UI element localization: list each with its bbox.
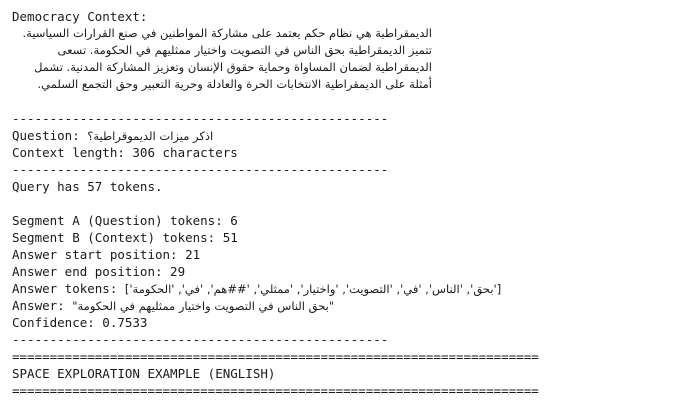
eq-rule: ========================================… <box>12 349 539 364</box>
context-line: أمثلة على الديمقراطية الانتخابات الحرة و… <box>37 77 432 91</box>
question-line: Question: اذكر ميزات الديموقراطية؟ <box>12 127 675 144</box>
eq-rule: ========================================… <box>12 383 539 398</box>
dash-rule: ----------------------------------------… <box>12 332 389 347</box>
console-output: Democracy Context: الديمقراطية هي نظام ح… <box>0 0 675 400</box>
answer-line: Answer: "بحق الناس في التصويت واختيار مم… <box>12 297 675 314</box>
context-header: Democracy Context: <box>12 9 148 24</box>
answer-tokens-line: Answer tokens: ['بحق', 'الناس', 'في', 'ا… <box>12 280 675 297</box>
context-line: الديمقراطية لضمان المساواة وحماية حقوق ا… <box>34 60 432 74</box>
segment-a-line: Segment A (Question) tokens: 6 <box>12 213 238 228</box>
context-line: تتميز الديمقراطية بحق الناس في التصويت و… <box>57 43 432 57</box>
context-length-line: Context length: 306 characters <box>12 145 238 160</box>
answer-start-line: Answer start position: 21 <box>12 247 201 262</box>
section-title: SPACE EXPLORATION EXAMPLE (ENGLISH) <box>12 366 276 381</box>
context-paragraph: الديمقراطية هي نظام حكم يعتمد على مشاركة… <box>12 25 433 93</box>
context-line: الديمقراطية هي نظام حكم يعتمد على مشاركة… <box>22 26 433 40</box>
question-text: اذكر ميزات الديموقراطية؟ <box>87 129 214 143</box>
dash-rule: ----------------------------------------… <box>12 111 389 126</box>
answer-tokens-label: Answer tokens: <box>12 281 125 296</box>
segment-b-line: Segment B (Context) tokens: 51 <box>12 230 238 245</box>
answer-end-line: Answer end position: 29 <box>12 264 186 279</box>
answer-value: "بحق الناس في التصويت واختيار ممثليهم في… <box>72 299 335 313</box>
dash-rule: ----------------------------------------… <box>12 162 389 177</box>
answer-label: Answer: <box>12 298 73 313</box>
answer-tokens-value: ['بحق', 'الناس', 'في', 'التصويت', 'واختي… <box>124 282 502 296</box>
query-tokens-line: Query has 57 tokens. <box>12 179 163 194</box>
question-label: Question: <box>12 128 88 143</box>
confidence-line: Confidence: 0.7533 <box>12 315 148 330</box>
